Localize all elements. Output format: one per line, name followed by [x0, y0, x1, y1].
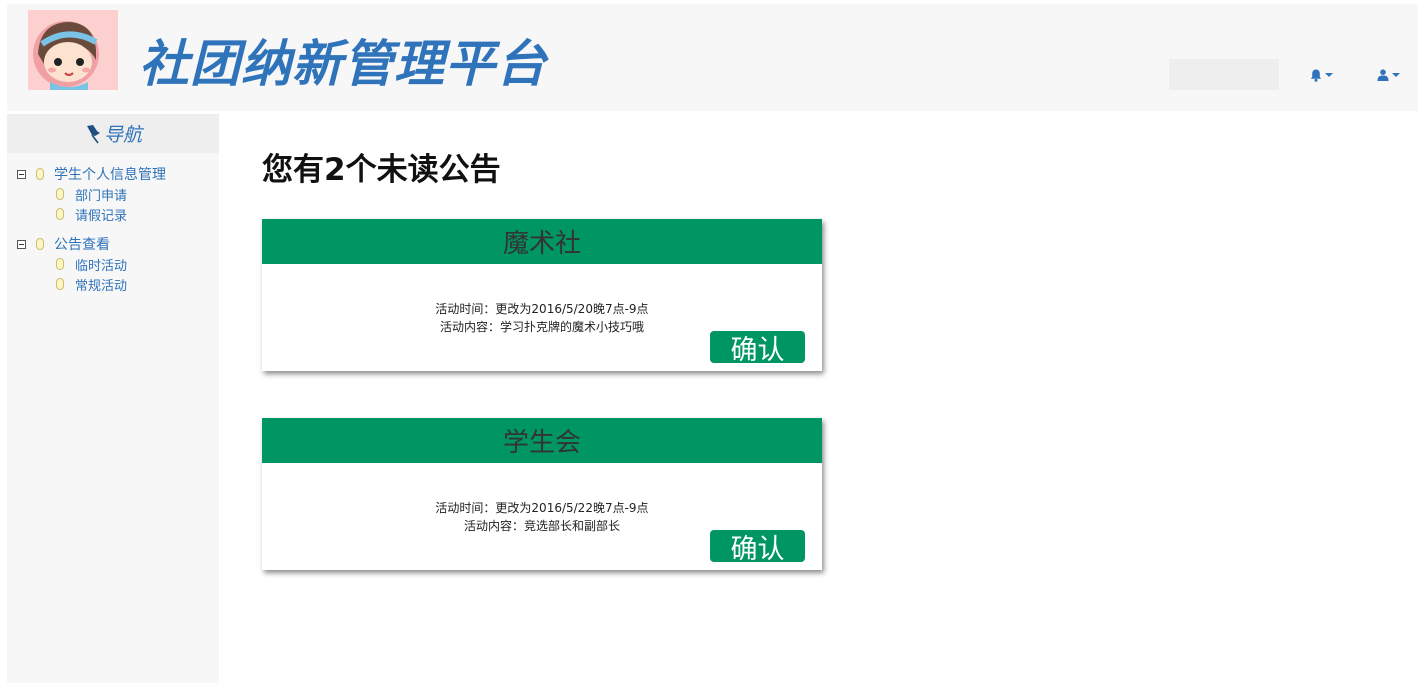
- card-body: 活动时间：更改为2016/5/22晚7点-9点 活动内容：竞选部长和副部长 确认: [262, 463, 822, 570]
- page-title: 您有2个未读公告: [262, 152, 501, 188]
- confirm-button[interactable]: 确认: [710, 331, 805, 366]
- header: 社团纳新管理平台: [7, 4, 1418, 111]
- card-title: 学生会: [502, 428, 581, 458]
- tree-label[interactable]: 请假记录: [75, 205, 127, 224]
- announcement-card: 学生会 活动时间：更改为2016/5/22晚7点-9点 活动内容：竞选部长和副部…: [262, 418, 822, 570]
- avatar: [28, 10, 118, 90]
- tree-item-student-info[interactable]: 学生个人信息管理: [7, 164, 219, 184]
- tree-label[interactable]: 学生个人信息管理: [54, 164, 166, 184]
- paperclip-icon: [36, 168, 44, 180]
- card-body: 活动时间：更改为2016/5/20晚7点-9点 活动内容：学习扑克牌的魔术小技巧…: [262, 264, 822, 371]
- paperclip-icon: [56, 208, 64, 220]
- user-icon: [1377, 69, 1389, 81]
- tree-item-leave-records[interactable]: 请假记录: [7, 204, 219, 224]
- search-input[interactable]: [1169, 59, 1279, 90]
- avatar-girl-icon: [28, 10, 118, 90]
- tree-item-department-apply[interactable]: 部门申请: [7, 184, 219, 204]
- tree-label[interactable]: 部门申请: [75, 185, 127, 204]
- activity-time: 活动时间：更改为2016/5/20晚7点-9点: [435, 302, 649, 316]
- paperclip-icon: [56, 278, 64, 290]
- nav-header: 导航: [7, 114, 219, 153]
- tree-label[interactable]: 临时活动: [75, 255, 127, 274]
- card-title: 魔术社: [502, 229, 581, 259]
- tree-group-student-info: 学生个人信息管理 部门申请 请假记录: [7, 164, 219, 224]
- tree-item-temp-activities[interactable]: 临时活动: [7, 254, 219, 274]
- tree-label[interactable]: 常规活动: [75, 275, 127, 294]
- card-header: 学生会: [262, 418, 822, 463]
- paperclip-icon: [56, 258, 64, 270]
- tree-label[interactable]: 公告查看: [54, 234, 110, 254]
- collapse-icon[interactable]: [17, 169, 26, 179]
- nav-tree: 学生个人信息管理 部门申请 请假记录 公告查看 临时活动 常规活动: [7, 153, 219, 294]
- paperclip-icon: [36, 238, 44, 250]
- activity-time: 活动时间：更改为2016/5/22晚7点-9点: [435, 501, 649, 515]
- page: 社团纳新管理平台 导航 学生个人信息管理 部门申请 请假记录 公告查看 临时活动…: [0, 0, 1418, 683]
- sidebar: 导航 学生个人信息管理 部门申请 请假记录 公告查看 临时活动 常规活动: [7, 114, 219, 683]
- paperclip-icon: [56, 188, 64, 200]
- announcement-card: 魔术社 活动时间：更改为2016/5/20晚7点-9点 活动内容：学习扑克牌的魔…: [262, 219, 822, 371]
- chevron-down-icon: [1325, 73, 1333, 77]
- nav-title: 导航: [103, 124, 142, 146]
- tree-item-announcements[interactable]: 公告查看: [7, 234, 219, 254]
- tree-group-announcements: 公告查看 临时活动 常规活动: [7, 234, 219, 294]
- user-dropdown[interactable]: [1377, 66, 1409, 84]
- app-title: 社团纳新管理平台: [139, 35, 547, 93]
- collapse-icon[interactable]: [17, 239, 26, 249]
- pushpin-icon: [86, 124, 100, 143]
- bell-icon: [1310, 69, 1322, 82]
- chevron-down-icon: [1392, 73, 1400, 77]
- confirm-button[interactable]: 确认: [710, 530, 805, 565]
- notifications-dropdown[interactable]: [1310, 66, 1342, 84]
- card-header: 魔术社: [262, 219, 822, 264]
- tree-item-regular-activities[interactable]: 常规活动: [7, 274, 219, 294]
